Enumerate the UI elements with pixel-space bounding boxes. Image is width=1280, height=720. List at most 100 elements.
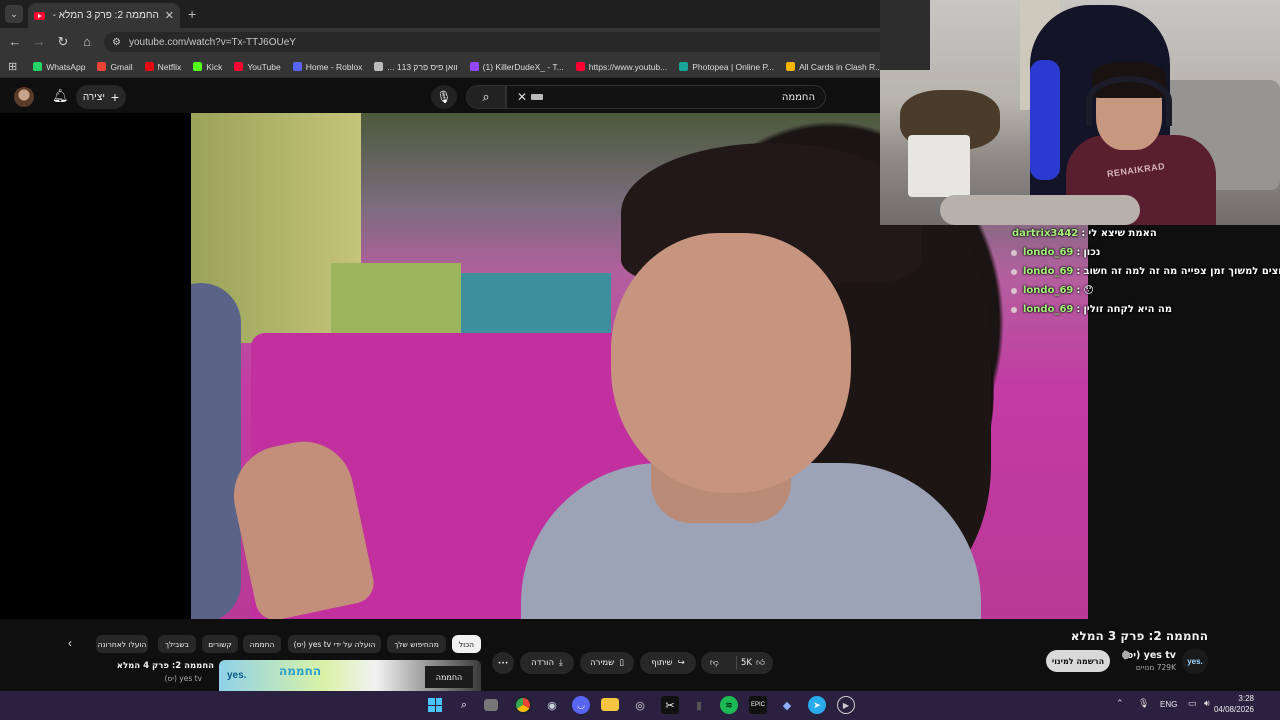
app-icon-dim[interactable]: ▮	[690, 696, 708, 714]
browser-toolbar: ← → ↻ ⌂ ⚙ youtube.com/watch?v=Tx-TTJ6OUe…	[0, 28, 880, 56]
more-actions-button[interactable]: •••	[492, 652, 514, 674]
more-dots-icon: •••	[497, 659, 509, 667]
like-count[interactable]: 5K	[741, 658, 752, 668]
steam-icon[interactable]: ◉	[543, 696, 561, 714]
dislike-icon[interactable]: 👎︎	[710, 658, 719, 668]
suggested-video-thumbnail[interactable]: yes. החממה החממה	[219, 660, 481, 691]
search-icon: ⌕	[482, 89, 490, 104]
download-button[interactable]: הורדה ⤓	[520, 652, 574, 674]
chat-badge-icon	[1011, 306, 1017, 313]
download-icon: ⤓	[559, 658, 563, 668]
epic-games-icon[interactable]: EPIC	[749, 696, 767, 714]
suggested-video-channel[interactable]: yes tv (יס)	[164, 674, 202, 683]
notifications-bell-icon[interactable]: 🔔︎	[52, 88, 69, 104]
subscribe-button[interactable]: הרשמה למינוי	[1046, 650, 1110, 672]
media-player-icon[interactable]: ▶	[837, 696, 855, 714]
like-divider	[736, 656, 737, 670]
bookmark-item[interactable]: Netflix	[141, 62, 186, 72]
app-icon-diamond[interactable]: ◆	[778, 696, 796, 714]
filter-chip[interactable]: קשורים	[202, 635, 238, 653]
tab-title: החממה 2: פרק 3 המלא - YouTube	[51, 10, 159, 21]
bookmark-item[interactable]: ... וואן פיס פרק 113	[370, 62, 461, 72]
suggested-video-title[interactable]: החממה 2: פרק 4 המלא	[117, 661, 214, 671]
share-button[interactable]: שיתוף ↪	[640, 652, 696, 674]
new-tab-button[interactable]: +	[188, 6, 196, 22]
discord-icon[interactable]: ◡	[572, 696, 590, 714]
bookmark-item[interactable]: Gmail	[93, 62, 136, 72]
channel-name[interactable]: yes tv (יס)	[1122, 650, 1176, 661]
filter-chip[interactable]: בשבילך	[158, 635, 196, 653]
bookmark-item[interactable]: WhatsApp	[29, 62, 89, 72]
chat-text: אם רוצים למשוך זמן צפייה מה זה למה זה חש…	[1083, 266, 1280, 277]
chat-message: londo_69:אם רוצים למשוך זמן צפייה מה זה …	[1011, 266, 1280, 277]
input-language[interactable]: ENG	[1160, 700, 1177, 709]
forward-arrow-icon[interactable]: →	[31, 34, 47, 49]
channel-avatar[interactable]: yes.	[1182, 648, 1208, 674]
url-text[interactable]: youtube.com/watch?v=Tx-TTJ6OUeY	[129, 37, 296, 48]
address-bar[interactable]: ⚙ youtube.com/watch?v=Tx-TTJ6OUeY	[104, 32, 880, 52]
keyboard-icon[interactable]	[531, 94, 544, 100]
browser-tab-bar: ⌄ החממה 2: פרק 3 המלא - YouTube ✕ +	[0, 0, 880, 28]
like-icon[interactable]: 👍︎	[756, 658, 765, 668]
bookmark-item[interactable]: https://www.youtub...	[572, 62, 671, 72]
tab-search-button[interactable]: ⌄	[5, 5, 23, 23]
bookmark-label: Kick	[206, 61, 223, 72]
bookmark-item[interactable]: Kick	[189, 62, 226, 72]
bookmark-item[interactable]: (1) KillerDudeX_ - T...	[466, 62, 568, 72]
bookmark-label: Home - Roblox	[305, 61, 363, 72]
youtube-favicon-icon	[34, 11, 45, 20]
video-scene-face	[611, 233, 851, 493]
webcam-overlay: RENAIKRAD	[880, 0, 1280, 225]
bookmark-icon: ▯	[619, 658, 624, 668]
telegram-icon[interactable]: ➤	[808, 696, 826, 714]
chrome-icon[interactable]	[514, 696, 532, 714]
file-explorer-icon[interactable]	[601, 698, 619, 711]
create-button-label: יצירה	[82, 91, 105, 103]
browser-tab-active[interactable]: החממה 2: פרק 3 המלא - YouTube ✕	[28, 3, 180, 28]
capcut-icon[interactable]: ✂	[661, 696, 679, 714]
chat-text: נכון	[1083, 247, 1101, 258]
bookmark-favicon-icon	[193, 62, 203, 71]
save-button[interactable]: שמירה ▯	[580, 652, 634, 674]
filter-chip[interactable]: הועלו לאחרונה	[96, 635, 148, 653]
back-arrow-icon[interactable]: ←	[7, 34, 23, 49]
obs-icon[interactable]: ◎	[631, 696, 649, 714]
start-button[interactable]	[426, 696, 444, 714]
tab-close-icon[interactable]: ✕	[165, 9, 174, 22]
filter-chip[interactable]: החממה	[243, 635, 281, 653]
bookmark-item[interactable]: Photopea | Online P...	[675, 62, 778, 72]
voice-search-mic-icon[interactable]: 🎙︎	[431, 85, 457, 109]
clear-search-icon[interactable]: ✕	[517, 90, 527, 104]
chat-separator: :	[1076, 247, 1081, 258]
filter-chip[interactable]: הועלה על ידי yes tv (יס)	[288, 635, 381, 653]
apps-grid-icon[interactable]: ⊞	[8, 60, 17, 73]
spotify-icon[interactable]: ≋	[720, 696, 738, 714]
create-button[interactable]: יצירה +	[76, 85, 126, 109]
bookmark-item[interactable]: YouTube	[230, 62, 284, 72]
bookmark-favicon-icon	[469, 62, 479, 71]
taskbar-clock[interactable]: 3:28 04/08/2026	[1214, 693, 1254, 715]
tray-display-icon[interactable]: ▭	[1188, 698, 1197, 709]
site-info-icon[interactable]: ⚙	[112, 37, 121, 48]
chat-message: londo_69: מה היא לקחה זולין	[1011, 304, 1172, 315]
reload-icon[interactable]: ↻	[55, 34, 71, 50]
tray-chevron-up-icon[interactable]: ⌃	[1116, 698, 1124, 709]
task-view-icon[interactable]	[484, 699, 498, 711]
filter-chip[interactable]: מהחיפוש שלך	[387, 635, 446, 653]
chat-message: dartrix3442: האמת שיצא לי	[1012, 228, 1157, 239]
avatar[interactable]	[14, 87, 34, 107]
taskbar-search-icon[interactable]: ⌕	[455, 696, 473, 714]
bookmarks-bar: ⊞ WhatsApp Gmail Netflix Kick YouTube Home - …	[0, 56, 882, 78]
filter-chip[interactable]: הכול	[452, 635, 481, 653]
bookmark-item[interactable]: Home - Roblox	[289, 62, 367, 72]
tray-volume-icon[interactable]: 🔊︎	[1204, 698, 1210, 709]
chat-separator: :	[1076, 285, 1081, 296]
search-input[interactable]	[543, 91, 815, 103]
home-icon[interactable]: ⌂	[79, 34, 95, 49]
tray-mic-icon[interactable]: 🎙︎	[1138, 698, 1149, 709]
chips-prev-arrow-icon[interactable]: ‹	[68, 636, 72, 650]
search-button[interactable]: ⌕	[466, 85, 506, 109]
bookmark-favicon-icon	[679, 62, 689, 71]
bookmark-item[interactable]: All Cards in Clash R...	[782, 62, 886, 72]
chat-separator: :	[1076, 304, 1081, 315]
